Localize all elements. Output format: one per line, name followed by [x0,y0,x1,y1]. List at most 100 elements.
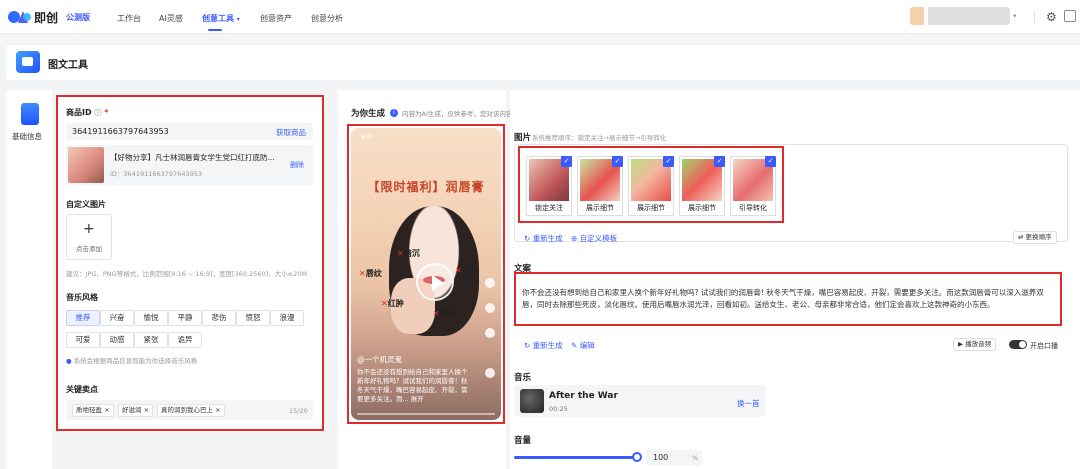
divider [1034,10,1035,24]
voiceover-label: 开启口播 [1030,342,1058,350]
image-thumb[interactable]: ✓ 展示细节 [628,156,674,216]
product-id-value: 3641911663797643953 [72,127,169,136]
edit-icon: ✎ [571,341,578,350]
music-style-chip[interactable]: 兴奋 [100,310,134,326]
brand-name[interactable]: 即创 [34,9,58,26]
annotation-label: ✕暗沉 [397,249,420,258]
image-thumb[interactable]: ✓ 展示细节 [577,156,623,216]
music-label: 音乐 [514,373,532,383]
image-thumb[interactable]: ✓ 展示细节 [679,156,725,216]
music-style-chip[interactable]: 悲伤 [202,310,236,326]
check-icon: ✓ [663,156,674,167]
custom-image-label: 自定义图片 [66,200,106,209]
nav-item-creative-tools[interactable]: 创意工具 ▾ [202,13,240,24]
tool-header [6,45,1080,80]
template-icon: ⊕ [571,234,578,243]
comment-icon [485,303,495,313]
document-icon[interactable] [21,103,39,125]
volume-slider-track[interactable] [514,456,638,459]
generated-heading: 为你生成 [351,109,386,119]
nav-item-workbench[interactable]: 工作台 [117,13,141,24]
music-style-chip[interactable]: 愉悦 [134,310,168,326]
annotation-label: ✕死皮 [433,309,456,318]
selling-point-tag[interactable]: 质地轻盈 × [72,404,114,417]
check-icon: ✓ [714,156,725,167]
refresh-icon: ↻ [524,341,531,350]
nav-item-creative-assets[interactable]: 创意资产 [260,13,292,24]
images-label: 图片 [514,133,532,143]
volume-slider-handle[interactable] [632,452,642,462]
product-id-line: ID：3641911663797643953 [110,170,202,178]
star-icon [485,328,495,338]
music-style-chip[interactable]: 浪漫 [270,310,304,326]
album-cover [520,389,544,413]
voiceover-toggle[interactable] [1009,340,1027,349]
selling-point-tag[interactable]: 好滋润 × [118,404,154,417]
annotation-label: ✕红肿 [381,299,404,308]
copy-text: 你不会还没有想到给自己和家里人换个新年好礼物吗? 试试我们的润唇膏! 秋冬天气干… [522,288,1044,309]
volume-value: 100 [653,453,669,462]
regenerate-images-button[interactable]: ↻ 重新生成 [524,233,563,244]
preview-caption: 你不会还没有想到给自己和家里人换个新年好礼物吗？试试我们的润唇膏！秋冬天气干燥，… [357,368,468,403]
side-rail [6,90,52,469]
annotation-label: ✕唇纹 [359,269,382,278]
info-icon: ● [66,357,72,365]
music-style-hint: ● 系统会根据商品信息智能为你选择音乐风格 [66,357,198,365]
phone-time: 9:41 [361,134,375,141]
nav-item-ai-inspiration[interactable]: AI灵感 [159,13,183,24]
preview-username: @一个机灵鬼 [357,355,402,364]
image-strip: ✓ 锁定关注 ✓ 展示细节 ✓ 展示细节 ✓ 展示细节 ✓ 引导转化 [518,146,784,223]
selling-points-label: 关键卖点 [66,385,98,394]
selling-point-tag[interactable]: 真的润到我心巴上 × [157,404,225,417]
product-title: 【好物分享】凡士林润唇膏女学生党口红打底防... [110,153,275,162]
music-style-chip[interactable]: 诡异 [168,332,202,348]
music-style-row-1: 推荐 兴奋 愉悦 平静 悲伤 愤怒 浪漫 [66,310,306,326]
play-icon[interactable] [416,263,454,301]
music-style-chip[interactable]: 推荐 [66,310,100,326]
page-title: 图文工具 [48,60,88,71]
active-tab-indicator [208,29,222,31]
account-avatar[interactable] [910,7,1010,25]
nav-item-creative-analysis[interactable]: 创意分析 [311,13,343,24]
custom-template-button[interactable]: ⊕ 自定义模板 [571,233,617,244]
logo-icon[interactable] [8,9,32,25]
caret-down-icon: ▾ [236,16,240,23]
check-icon: ✓ [561,156,572,167]
close-icon: × [104,406,110,414]
music-style-chip[interactable]: 可爱 [66,332,100,348]
delete-product-button[interactable]: 删除 [290,160,304,170]
share-icon [485,368,495,378]
reorder-button[interactable]: ⇄ 更换顺序 [1013,231,1057,244]
image-thumb[interactable]: ✓ 锁定关注 [526,156,572,216]
music-style-chip[interactable]: 愤怒 [236,310,270,326]
info-icon: i [390,107,398,117]
selling-points-count: 15/20 [289,407,308,415]
music-style-label: 音乐风格 [66,293,98,302]
play-icon: ▶ [958,340,963,348]
caret-down-icon[interactable]: ▾ [1013,12,1017,20]
image-thumb[interactable]: ✓ 引导转化 [730,156,776,216]
music-style-chip[interactable]: 紧张 [134,332,168,348]
play-audio-button[interactable]: ▶ 播放音频 [953,338,997,351]
rail-item-basic-info[interactable]: 基础信息 [12,131,42,142]
check-icon: ✓ [612,156,623,167]
track-duration: 00:25 [549,405,568,413]
video-progress [357,413,495,415]
fetch-product-button[interactable]: 获取商品 [276,127,306,138]
check-icon: ✓ [765,156,776,167]
product-id-label: 商品ID ⓘ * [66,108,109,117]
add-image-label: 点击添加 [76,245,102,253]
help-icon[interactable]: ⓘ [94,109,101,117]
images-order-hint: 系统推荐顺序：锁定关注→展示细节→引导转化 [532,134,667,142]
change-track-button[interactable]: 换一首 [737,398,760,409]
like-icon [485,278,495,288]
edit-copy-button[interactable]: ✎ 编辑 [571,340,595,351]
regenerate-copy-button[interactable]: ↻ 重新生成 [524,340,563,351]
music-style-chip[interactable]: 平静 [168,310,202,326]
gear-icon[interactable]: ⚙ [1046,10,1057,24]
music-style-chip[interactable]: 动感 [100,332,134,348]
volume-unit: % [692,454,699,462]
menu-icon[interactable] [1064,10,1076,22]
phone-screen: 9:41 【限时福利】润唇膏 ✕暗沉 ✕唇纹 ✕干裂 ✕红肿 ✕死皮 @一个机灵… [351,128,501,420]
image-text-tool-icon [16,51,40,73]
